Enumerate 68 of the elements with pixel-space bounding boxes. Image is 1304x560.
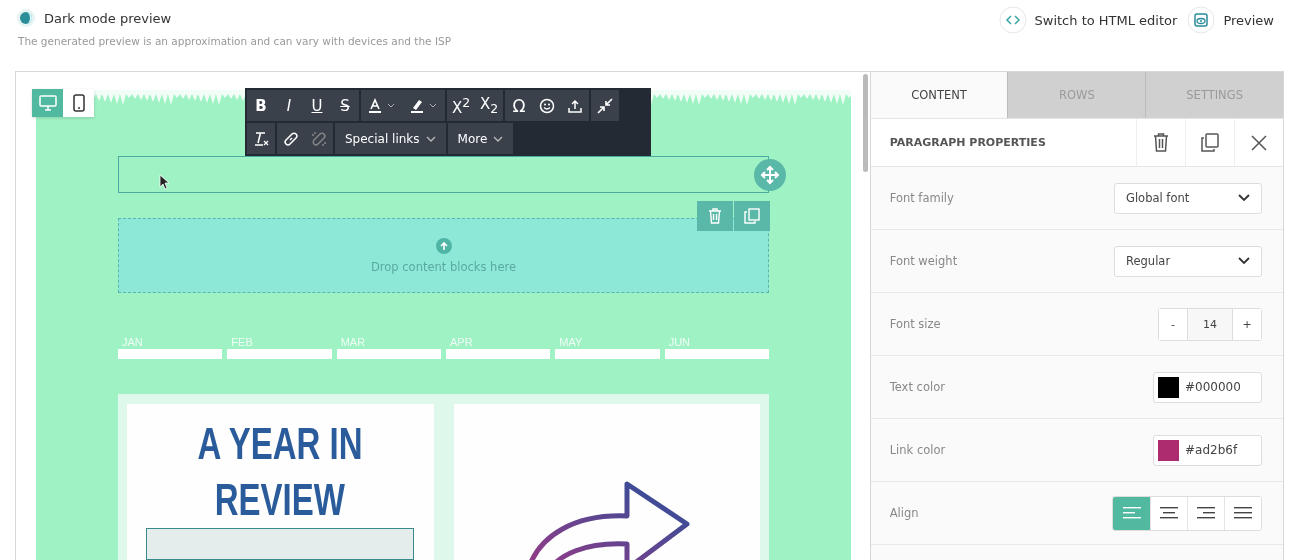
format-button[interactable]: S: [331, 90, 359, 121]
move-icon: [760, 165, 780, 185]
chevron-icon: [1238, 194, 1250, 202]
align-button[interactable]: [1150, 496, 1187, 530]
align-button[interactable]: [1187, 496, 1224, 530]
color-value: #ad2b6f: [1185, 443, 1238, 457]
upload-icon: [435, 237, 452, 254]
align-icon: [1122, 507, 1141, 519]
format-button[interactable]: U: [303, 90, 331, 121]
clear-format-icon: [253, 130, 269, 147]
color-field[interactable]: #ad2b6f: [1153, 434, 1262, 466]
format-button[interactable]: B: [247, 90, 275, 121]
align-button[interactable]: [1224, 496, 1261, 530]
color-value: #000000: [1185, 380, 1241, 394]
align-icon: [1160, 507, 1178, 519]
preview-note: The generated preview is an approximation and can vary with devices and the ISP: [18, 35, 452, 47]
headline: A YEAR IN: [197, 418, 363, 470]
trash-icon: [708, 208, 722, 224]
trash-icon: [1153, 133, 1169, 152]
property-label: Text color: [889, 380, 945, 394]
font-color-icon: [368, 97, 396, 114]
month-label: APR: [449, 335, 474, 349]
special-links-dropdown[interactable]: Special links: [335, 123, 446, 154]
month-label: MAY: [558, 335, 584, 349]
caret-icon: [425, 135, 436, 142]
preview-button[interactable]: Preview: [1187, 6, 1274, 34]
script-button[interactable]: X$^{2}$: [447, 90, 475, 121]
logo-icon: [16, 8, 36, 28]
page-title: Dark mode preview: [44, 10, 172, 26]
smiley-icon: [539, 97, 555, 114]
cursor-icon: [159, 174, 169, 190]
chevron-icon: [1238, 257, 1250, 265]
month-label: JAN: [121, 335, 144, 349]
drop-hint: Drop content blocks here: [370, 259, 517, 274]
font-size-field[interactable]: 14: [1187, 308, 1233, 340]
link-icon: [283, 130, 299, 147]
month-label: MAR: [339, 335, 367, 349]
close-icon: [1251, 134, 1267, 151]
section-title: PARAGRAPH PROPERTIES: [888, 136, 1047, 149]
property-label: Font size: [889, 317, 941, 331]
monitor-icon: [38, 95, 57, 111]
html-editor-button[interactable]: Switch to HTML editor: [998, 6, 1178, 34]
property-label: Align: [889, 506, 919, 520]
select-field[interactable]: Global font: [1114, 182, 1262, 214]
copy-icon: [744, 208, 760, 224]
highlighter-icon: [410, 97, 438, 114]
eye-icon: [1187, 6, 1216, 34]
copy-icon: [1201, 133, 1219, 152]
property-label: Link color: [889, 443, 946, 457]
month-label: JUN: [667, 335, 692, 349]
broken-link-icon: [311, 130, 327, 147]
upload-tray-icon: [567, 97, 583, 114]
phone-icon: [72, 94, 85, 112]
more-dropdown[interactable]: More: [447, 123, 514, 154]
format-button[interactable]: I: [275, 90, 303, 121]
align-icon: [1197, 507, 1215, 519]
month-label: FEB: [230, 335, 254, 349]
headline: REVIEW: [215, 474, 346, 526]
select-field[interactable]: Regular: [1114, 245, 1262, 277]
property-label: Font weight: [889, 254, 958, 268]
code-icon: [998, 6, 1027, 34]
caret-icon: [493, 135, 504, 142]
collapse-icon: [597, 97, 613, 114]
align-icon: [1234, 507, 1252, 519]
color-field[interactable]: #000000: [1153, 371, 1262, 403]
mobile-button[interactable]: [63, 89, 94, 117]
property-label: Font family: [889, 191, 954, 205]
script-button[interactable]: X$_{2}$: [475, 90, 503, 121]
